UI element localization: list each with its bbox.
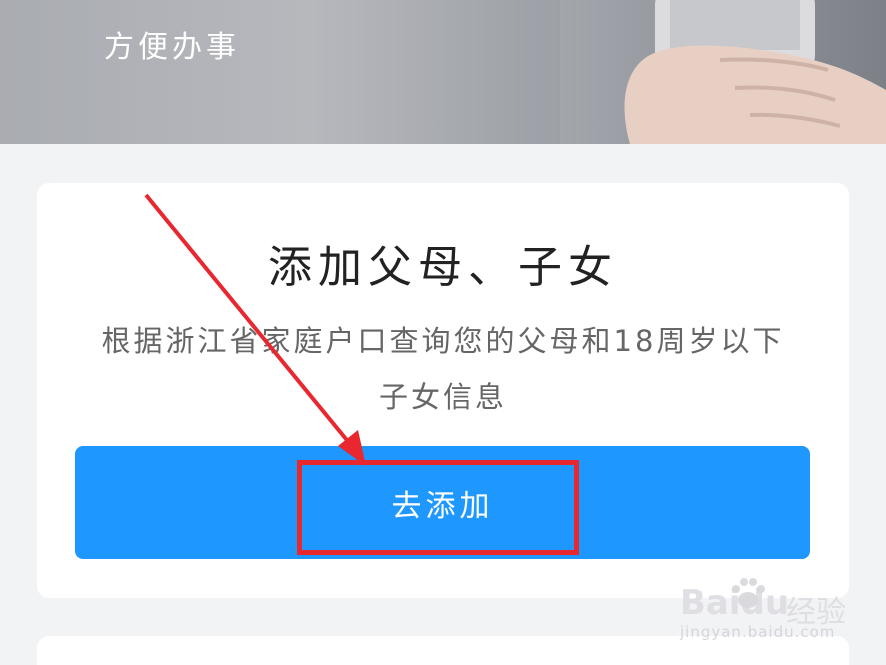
paw-icon (732, 578, 765, 608)
annotation-highlight-box (297, 460, 579, 555)
baidu-jingyan-watermark: Baidu 经验 jingyan.baidu.com (680, 578, 880, 643)
card-description: 根据浙江省家庭户口查询您的父母和18周岁以下子女信息 (101, 324, 785, 414)
banner: 方便办事 (0, 0, 886, 144)
watermark-url: jingyan.baidu.com (680, 623, 836, 641)
phone-in-hand-image (560, 0, 886, 144)
banner-title: 方便办事 (104, 30, 240, 65)
card-title: 添加父母、子女 (268, 242, 618, 293)
